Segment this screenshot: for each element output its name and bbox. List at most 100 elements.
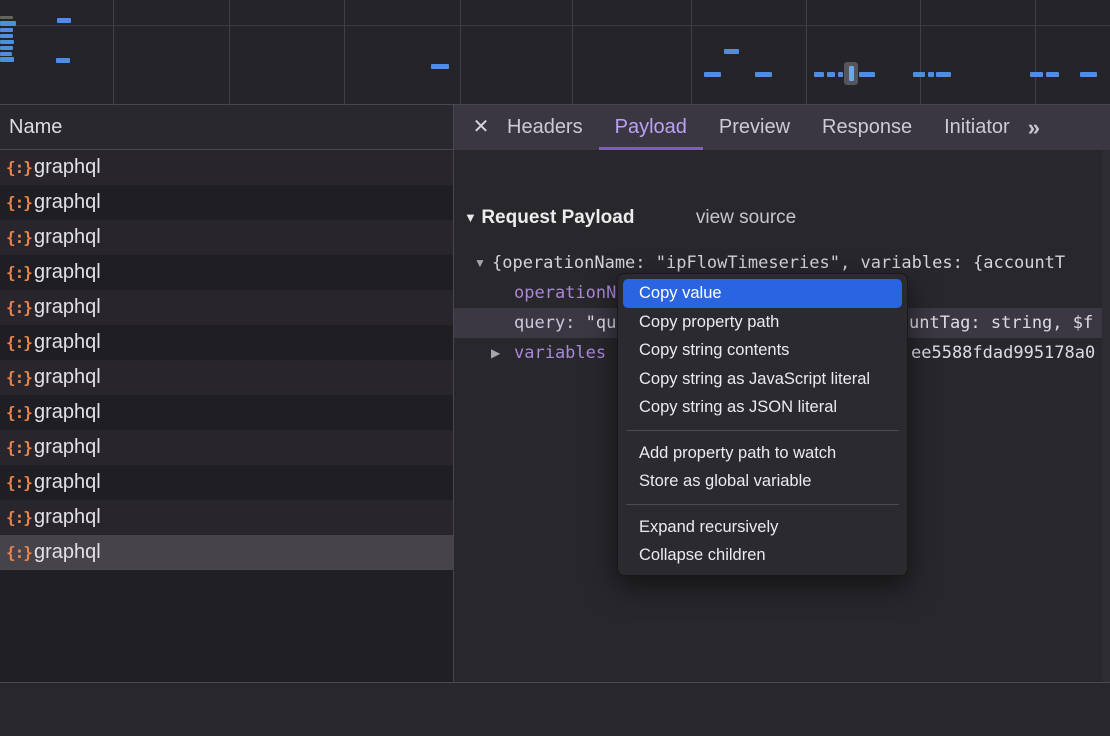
- request-name: graphql: [34, 541, 101, 563]
- network-request-list: Name {:}graphql{:}graphql{:}graphql{:}gr…: [0, 105, 453, 682]
- timeline-request-bar[interactable]: [0, 52, 12, 56]
- request-row[interactable]: {:}graphql: [0, 395, 453, 430]
- tab-initiator[interactable]: Initiator: [928, 105, 1026, 150]
- property-key: variables: [514, 343, 606, 363]
- timeline-request-bar[interactable]: [827, 72, 835, 77]
- request-name: graphql: [34, 191, 101, 213]
- timeline-request-bar[interactable]: [1080, 72, 1097, 77]
- detail-tab-bar: ✕ HeadersPayloadPreviewResponseInitiator…: [454, 105, 1110, 150]
- timeline-gridline: [691, 0, 692, 105]
- section-expander-icon[interactable]: ▼: [464, 210, 477, 225]
- request-row[interactable]: {:}graphql: [0, 500, 453, 535]
- timeline-request-bar[interactable]: [859, 72, 875, 77]
- status-footer: [0, 682, 1110, 736]
- timeline-request-bar[interactable]: [1046, 72, 1059, 77]
- network-overview-timeline[interactable]: [0, 0, 1110, 105]
- timeline-request-bar[interactable]: [0, 46, 13, 50]
- json-request-icon: {:}: [6, 535, 34, 570]
- json-request-icon: {:}: [6, 255, 34, 290]
- request-row[interactable]: {:}graphql: [0, 430, 453, 465]
- menu-item-store-as-global-variable[interactable]: Store as global variable: [618, 467, 907, 496]
- menu-separator: [618, 422, 907, 439]
- scrollbar-track[interactable]: [1102, 150, 1110, 682]
- timeline-request-bar[interactable]: [814, 72, 824, 77]
- context-menu: Copy valueCopy property pathCopy string …: [617, 273, 908, 576]
- request-row[interactable]: {:}graphql: [0, 290, 453, 325]
- request-name: graphql: [34, 226, 101, 248]
- request-row[interactable]: {:}graphql: [0, 535, 453, 570]
- timeline-request-bar[interactable]: [1030, 72, 1043, 77]
- request-payload-section: ▼ Request Payload view source: [464, 203, 796, 233]
- request-row[interactable]: {:}graphql: [0, 185, 453, 220]
- timeline-request-bar[interactable]: [838, 72, 843, 77]
- more-tabs-icon[interactable]: »: [1028, 105, 1040, 150]
- view-source-link[interactable]: view source: [696, 207, 796, 228]
- name-column-header[interactable]: Name: [0, 105, 453, 150]
- timeline-request-bar[interactable]: [0, 57, 14, 62]
- property-value-start: "qu: [586, 313, 617, 333]
- request-row[interactable]: {:}graphql: [0, 255, 453, 290]
- request-row[interactable]: {:}graphql: [0, 360, 453, 395]
- menu-item-add-property-path-to-watch[interactable]: Add property path to watch: [618, 439, 907, 468]
- section-title: Request Payload: [481, 207, 634, 228]
- tab-preview[interactable]: Preview: [703, 105, 806, 150]
- timeline-gridline: [0, 25, 1110, 26]
- json-request-icon: {:}: [6, 325, 34, 360]
- timeline-gridline: [460, 0, 461, 105]
- timeline-request-bar[interactable]: [0, 21, 16, 26]
- devtools-window: Name {:}graphql{:}graphql{:}graphql{:}gr…: [0, 0, 1110, 736]
- variables-value-right-fragment: ee5588fdad995178a0: [911, 338, 1095, 368]
- timeline-gridline: [806, 0, 807, 105]
- json-request-icon: {:}: [6, 500, 34, 535]
- timeline-request-bar[interactable]: [704, 72, 721, 77]
- json-request-icon: {:}: [6, 395, 34, 430]
- menu-item-copy-string-as-json-literal[interactable]: Copy string as JSON literal: [618, 393, 907, 422]
- json-request-icon: {:}: [6, 290, 34, 325]
- timeline-gridline: [920, 0, 921, 105]
- request-name: graphql: [34, 261, 101, 283]
- tab-payload[interactable]: Payload: [599, 105, 703, 150]
- request-row[interactable]: {:}graphql: [0, 465, 453, 500]
- timeline-gridline: [344, 0, 345, 105]
- timeline-gridline: [572, 0, 573, 105]
- request-row[interactable]: {:}graphql: [0, 150, 453, 185]
- menu-item-copy-string-contents[interactable]: Copy string contents: [618, 336, 907, 365]
- json-request-icon: {:}: [6, 150, 34, 185]
- timeline-request-bar[interactable]: [0, 28, 13, 32]
- json-request-icon: {:}: [6, 220, 34, 255]
- timeline-request-bar[interactable]: [0, 34, 13, 38]
- request-name: graphql: [34, 296, 101, 318]
- request-name: graphql: [34, 331, 101, 353]
- menu-item-copy-string-as-javascript-literal[interactable]: Copy string as JavaScript literal: [618, 365, 907, 394]
- request-row[interactable]: {:}graphql: [0, 325, 453, 360]
- timeline-request-bar[interactable]: [57, 18, 71, 23]
- timeline-gridline: [229, 0, 230, 105]
- timeline-request-bar[interactable]: [913, 72, 925, 77]
- menu-item-copy-value[interactable]: Copy value: [623, 279, 902, 308]
- close-icon[interactable]: ✕: [471, 105, 491, 150]
- menu-item-expand-recursively[interactable]: Expand recursively: [618, 513, 907, 542]
- timeline-request-bar[interactable]: [0, 16, 13, 19]
- property-key: query:: [514, 313, 575, 333]
- json-request-icon: {:}: [6, 430, 34, 465]
- request-name: graphql: [34, 471, 101, 493]
- menu-item-collapse-children[interactable]: Collapse children: [618, 541, 907, 570]
- tab-headers[interactable]: Headers: [491, 105, 599, 150]
- tab-response[interactable]: Response: [806, 105, 928, 150]
- query-value-right-fragment: untTag: string, $f: [909, 308, 1093, 338]
- name-column-label: Name: [9, 116, 62, 138]
- timeline-request-bar[interactable]: [755, 72, 772, 77]
- timeline-request-bar[interactable]: [928, 72, 934, 77]
- collapse-icon[interactable]: ▼: [474, 248, 486, 278]
- timeline-request-bar[interactable]: [0, 40, 14, 44]
- timeline-gridline: [1035, 0, 1036, 105]
- timeline-request-bar[interactable]: [936, 72, 951, 77]
- request-row[interactable]: {:}graphql: [0, 220, 453, 255]
- timeline-request-bar[interactable]: [56, 58, 70, 63]
- menu-separator: [618, 496, 907, 513]
- menu-item-copy-property-path[interactable]: Copy property path: [618, 308, 907, 337]
- timeline-request-bar[interactable]: [431, 64, 449, 69]
- expand-icon[interactable]: ▶: [491, 338, 500, 368]
- json-request-icon: {:}: [6, 465, 34, 500]
- timeline-request-bar[interactable]: [724, 49, 739, 54]
